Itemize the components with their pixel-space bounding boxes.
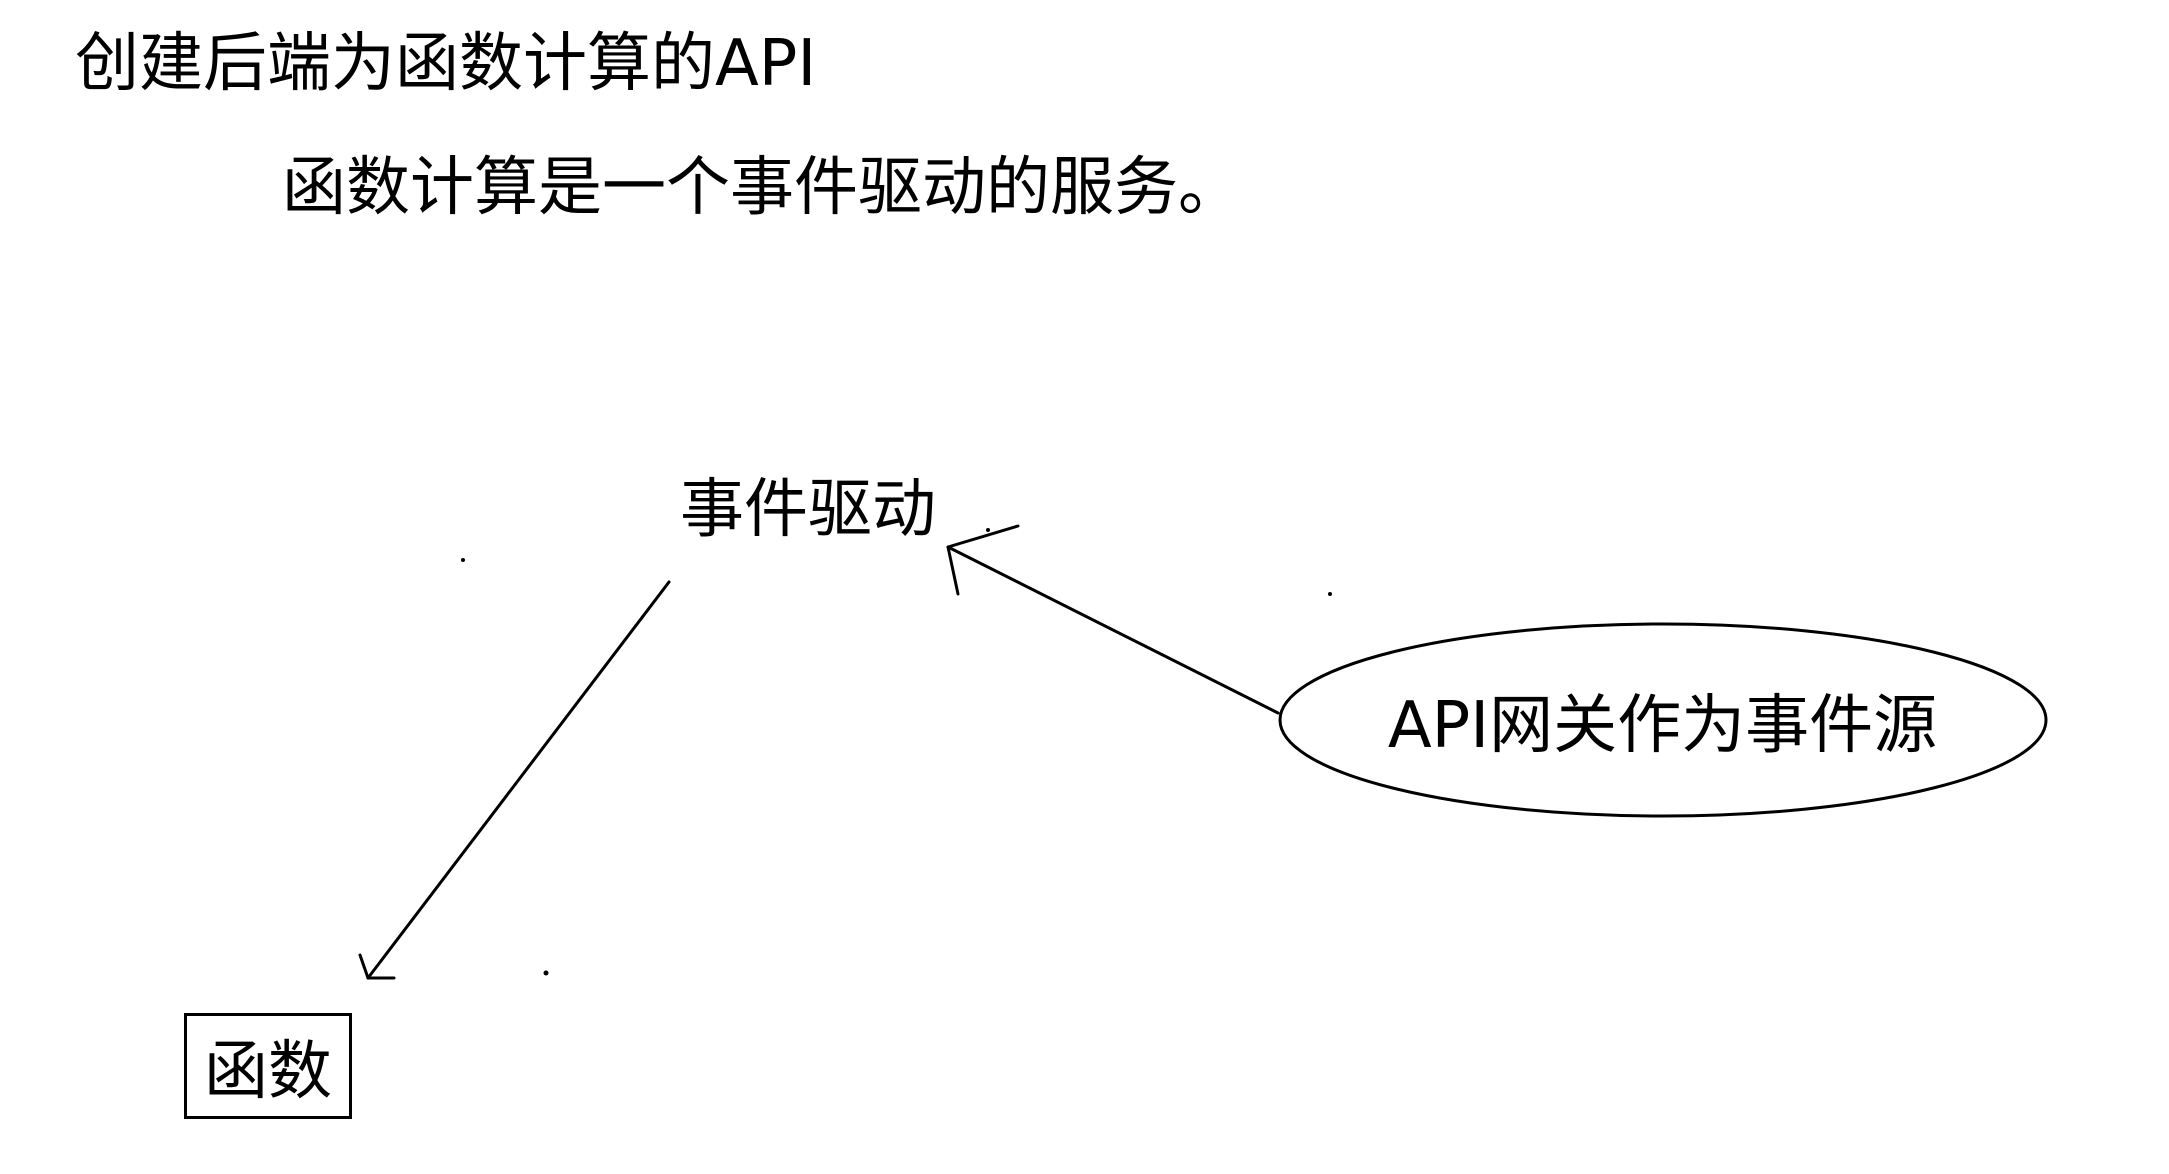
stray-dot xyxy=(543,970,549,976)
node-function: 函数 xyxy=(184,1013,352,1119)
stray-dot xyxy=(461,558,465,562)
page-subtitle: 函数计算是一个事件驱动的服务。 xyxy=(282,151,1242,225)
arrow-event-to-function xyxy=(358,580,671,980)
stray-dot xyxy=(986,528,990,532)
node-event-driven: 事件驱动 xyxy=(680,473,936,547)
arrow-source-to-event xyxy=(946,524,1280,715)
page-title: 创建后端为函数计算的API xyxy=(75,27,817,101)
node-event-source: API网关作为事件源 xyxy=(1387,689,1938,763)
stray-dot xyxy=(1328,592,1332,596)
